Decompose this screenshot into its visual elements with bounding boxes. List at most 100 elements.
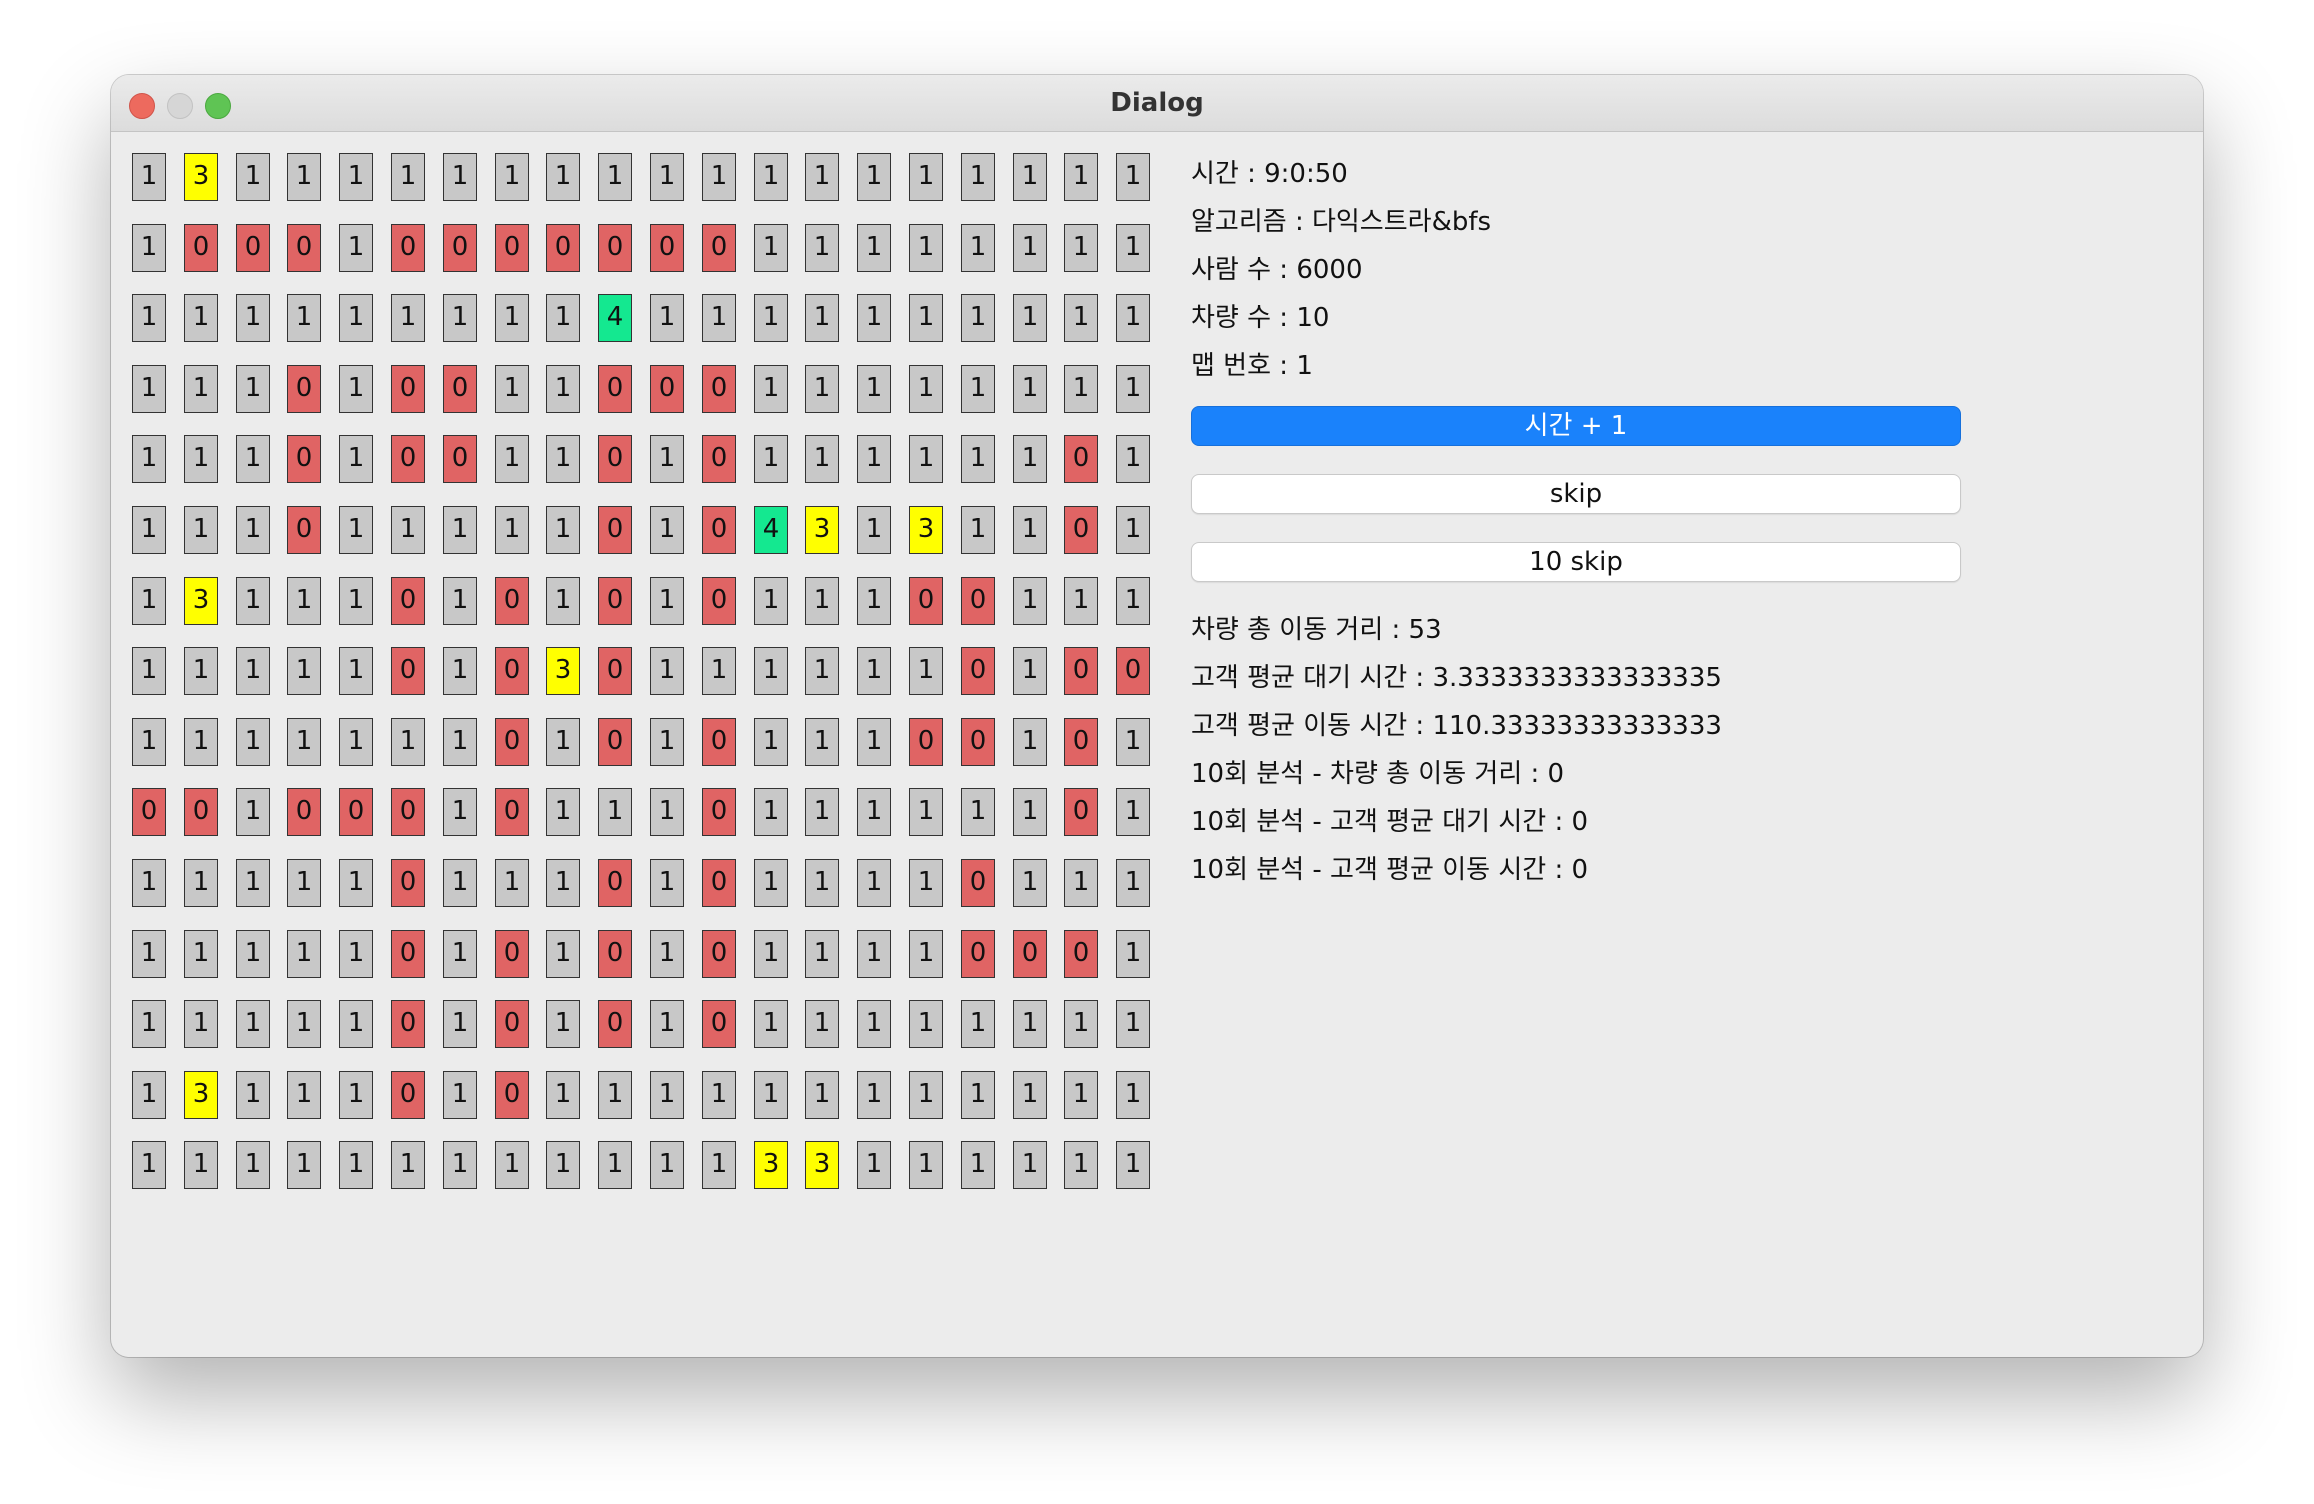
- map-cell: 0: [961, 859, 995, 907]
- map-cell: 1: [702, 647, 736, 695]
- map-cell: 0: [598, 647, 632, 695]
- map-cell: 1: [1013, 577, 1047, 625]
- map-cell: 0: [961, 577, 995, 625]
- map-cell: 1: [236, 1000, 270, 1048]
- map-cell: 1: [339, 435, 373, 483]
- map-cell: 0: [702, 788, 736, 836]
- map-cell: 1: [598, 788, 632, 836]
- map-cell: 0: [391, 788, 425, 836]
- map-cell: 1: [132, 294, 166, 342]
- map-cell: 1: [961, 365, 995, 413]
- map-cell: 3: [184, 577, 218, 625]
- map-cell: 0: [391, 1071, 425, 1119]
- map-cell: 1: [1013, 1071, 1047, 1119]
- title-bar: Dialog: [111, 75, 2203, 132]
- map-cell: 1: [1064, 1000, 1098, 1048]
- map-cell: 1: [857, 224, 891, 272]
- map-cell: 1: [857, 1141, 891, 1189]
- map-cell: 1: [754, 788, 788, 836]
- map-cell: 0: [1064, 930, 1098, 978]
- map-cell: 1: [391, 506, 425, 554]
- map-cell: 1: [650, 788, 684, 836]
- map-cell: 1: [961, 153, 995, 201]
- avg-wait-label: 고객 평균 대기 시간 : 3.3333333333333335: [1191, 663, 1722, 693]
- map-cell: 0: [1064, 506, 1098, 554]
- map-cell: 1: [1116, 365, 1150, 413]
- map-cell: 1: [754, 1071, 788, 1119]
- analysis-wait-label: 10회 분석 - 고객 평균 대기 시간 : 0: [1191, 807, 1589, 837]
- map-cell: 1: [702, 1071, 736, 1119]
- map-cell: 1: [805, 365, 839, 413]
- map-cell: 1: [857, 718, 891, 766]
- map-cell: 1: [1064, 859, 1098, 907]
- map-cell: 1: [909, 294, 943, 342]
- map-cell: 1: [805, 647, 839, 695]
- map-cell: 0: [287, 506, 321, 554]
- map-cell: 1: [650, 1000, 684, 1048]
- map-cell: 1: [961, 1141, 995, 1189]
- map-cell: 1: [132, 1071, 166, 1119]
- map-cell: 0: [598, 435, 632, 483]
- map-cell: 1: [443, 788, 477, 836]
- map-cell: 1: [339, 718, 373, 766]
- map-cell: 1: [857, 365, 891, 413]
- map-cell: 0: [961, 718, 995, 766]
- map-cell: 1: [857, 930, 891, 978]
- map-cell: 1: [236, 1071, 270, 1119]
- map-cell: 3: [909, 506, 943, 554]
- analysis-travel-label: 10회 분석 - 고객 평균 이동 시간 : 0: [1191, 855, 1589, 885]
- map-cell: 1: [184, 435, 218, 483]
- map-cell: 0: [598, 577, 632, 625]
- map-cell: 1: [287, 718, 321, 766]
- map-cell: 4: [598, 294, 632, 342]
- map-cell: 1: [132, 859, 166, 907]
- map-cell: 1: [443, 153, 477, 201]
- map-cell: 0: [495, 1071, 529, 1119]
- skip-button[interactable]: skip: [1191, 474, 1961, 514]
- map-cell: 1: [546, 1141, 580, 1189]
- map-cell: 1: [339, 647, 373, 695]
- map-cell: 0: [495, 647, 529, 695]
- map-cell: 1: [287, 1141, 321, 1189]
- map-cell: 1: [805, 1071, 839, 1119]
- map-cell: 1: [184, 718, 218, 766]
- map-cell: 1: [1013, 1000, 1047, 1048]
- map-cell: 1: [132, 506, 166, 554]
- vehicle-count-label: 차량 수 : 10: [1191, 303, 1330, 333]
- map-cell: 1: [339, 506, 373, 554]
- map-cell: 1: [650, 294, 684, 342]
- map-cell: 1: [909, 1141, 943, 1189]
- time-plus-button[interactable]: 시간 + 1: [1191, 406, 1961, 446]
- map-cell: 1: [287, 859, 321, 907]
- map-cell: 1: [805, 224, 839, 272]
- map-cell: 1: [443, 506, 477, 554]
- map-cell: 1: [805, 294, 839, 342]
- map-cell: 1: [857, 506, 891, 554]
- map-cell: 1: [754, 294, 788, 342]
- map-cell: 1: [857, 788, 891, 836]
- map-cell: 0: [495, 788, 529, 836]
- map-cell: 1: [754, 859, 788, 907]
- map-cell: 0: [495, 1000, 529, 1048]
- map-cell: 0: [287, 224, 321, 272]
- map-cell: 1: [132, 153, 166, 201]
- map-cell: 1: [391, 718, 425, 766]
- map-cell: 1: [1116, 1071, 1150, 1119]
- map-cell: 1: [236, 435, 270, 483]
- map-cell: 0: [702, 506, 736, 554]
- map-cell: 0: [598, 718, 632, 766]
- map-cell: 1: [754, 1000, 788, 1048]
- map-cell: 1: [236, 1141, 270, 1189]
- map-cell: 0: [598, 930, 632, 978]
- map-cell: 0: [598, 1000, 632, 1048]
- map-cell: 0: [287, 435, 321, 483]
- ten-skip-button[interactable]: 10 skip: [1191, 542, 1961, 582]
- map-cell: 1: [339, 859, 373, 907]
- map-cell: 0: [702, 435, 736, 483]
- map-cell: 1: [650, 718, 684, 766]
- map-cell: 1: [1064, 1071, 1098, 1119]
- map-cell: 1: [546, 1000, 580, 1048]
- map-cell: 1: [339, 153, 373, 201]
- map-cell: 1: [702, 294, 736, 342]
- map-cell: 1: [754, 435, 788, 483]
